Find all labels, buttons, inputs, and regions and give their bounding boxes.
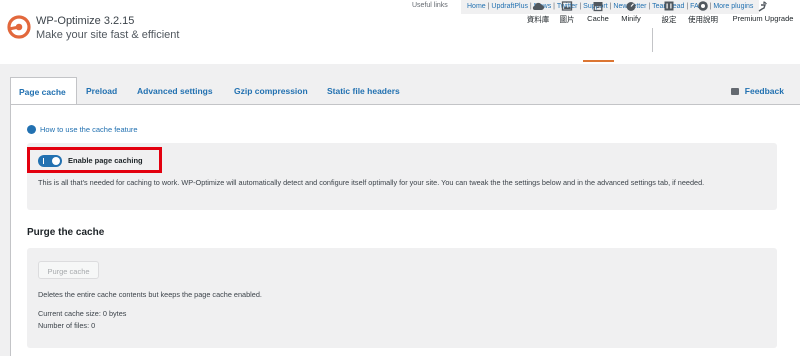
- nav-active-indicator: [583, 60, 614, 62]
- nav-divider: [652, 28, 653, 52]
- nav-item-cache[interactable]: Cache: [584, 0, 612, 23]
- images-icon: [561, 1, 573, 11]
- enable-page-caching-label: Enable page caching: [68, 156, 143, 165]
- nav-label: 資料庫: [526, 15, 550, 24]
- tab-page-cache[interactable]: Page cache: [10, 77, 77, 105]
- wp-optimize-logo-icon: [7, 15, 31, 39]
- nav-label: Minify: [621, 14, 641, 23]
- link-home[interactable]: Home: [467, 3, 486, 10]
- tab-preload[interactable]: Preload: [86, 77, 117, 105]
- link-updraftplus[interactable]: UpdraftPlus: [491, 3, 528, 10]
- nav-item-images[interactable]: 圖片: [557, 0, 577, 25]
- plug-icon: [758, 1, 767, 12]
- tab-advanced-settings[interactable]: Advanced settings: [137, 77, 213, 105]
- nav-label: Cache: [587, 14, 609, 23]
- nav-item-help[interactable]: 使用說明: [685, 0, 721, 25]
- settings-icon: [664, 1, 674, 11]
- lifebuoy-icon: [27, 125, 36, 134]
- nav-label: Premium Upgrade: [732, 14, 794, 23]
- howto-link[interactable]: How to use the cache feature: [27, 125, 138, 134]
- dashboard-icon: [626, 2, 636, 11]
- help-icon: [698, 1, 708, 11]
- cache-size-text: Current cache size: 0 bytes: [38, 309, 127, 318]
- caching-description: This is all that's needed for caching to…: [38, 178, 705, 187]
- purge-cache-button[interactable]: Purge cache: [38, 261, 99, 279]
- nav-item-premium-upgrade[interactable]: Premium Upgrade: [728, 0, 798, 23]
- tab-gzip-compression[interactable]: Gzip compression: [234, 77, 308, 105]
- nav-item-settings[interactable]: 設定: [660, 0, 678, 25]
- nav-label: 設定: [661, 15, 677, 24]
- plugin-title: WP-Optimize 3.2.15: [36, 15, 135, 27]
- cloud-icon: [532, 2, 544, 11]
- purge-description: Deletes the entire cache contents but ke…: [38, 290, 262, 299]
- nav-item-minify[interactable]: Minify: [617, 0, 645, 23]
- archive-icon: [593, 2, 603, 12]
- plugin-tagline: Make your site fast & efficient: [36, 29, 180, 41]
- feedback-icon: [730, 88, 739, 96]
- useful-links-label: Useful links: [412, 2, 448, 9]
- tab-bar: Page cache Preload Advanced settings Gzi…: [0, 77, 800, 105]
- feedback-link[interactable]: Feedback: [730, 86, 784, 96]
- num-files-text: Number of files: 0: [38, 321, 96, 330]
- nav-label: 圖片: [559, 15, 575, 24]
- howto-label: How to use the cache feature: [40, 125, 138, 134]
- nav-label: 使用說明: [688, 15, 718, 24]
- feedback-label: Feedback: [744, 86, 784, 96]
- purge-title: Purge the cache: [27, 227, 105, 238]
- plugin-header: WP-Optimize 3.2.15 Make your site fast &…: [0, 0, 800, 64]
- enable-page-caching-toggle[interactable]: [38, 155, 62, 167]
- nav-item-database[interactable]: 資料庫: [525, 0, 551, 25]
- tab-static-file-headers[interactable]: Static file headers: [327, 77, 400, 105]
